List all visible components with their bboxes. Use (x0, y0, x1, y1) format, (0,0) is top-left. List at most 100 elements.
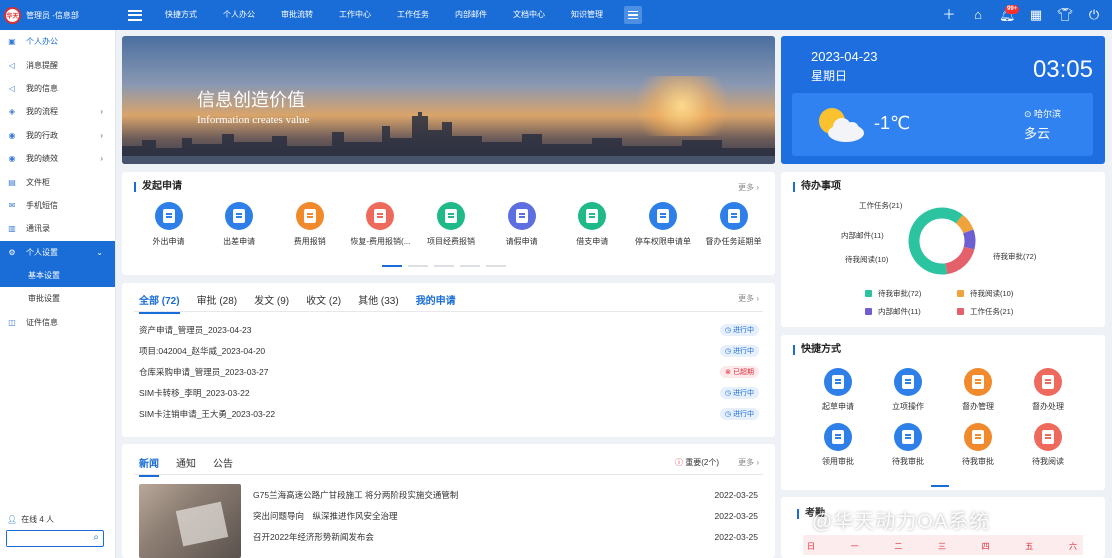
weather-city: ⊙ 哈尔滨 (1024, 109, 1062, 119)
weather-condition: 多云 (1024, 126, 1051, 141)
sidebar-subitem-approval-settings[interactable]: 审批设置 (0, 287, 115, 310)
apply-app-button[interactable]: 出差申请 (207, 202, 272, 247)
news-item[interactable]: G75兰海高速公路广甘段施工 将分两阶段实施交通管制 2022-03-25 (253, 484, 758, 505)
table-row[interactable]: 仓库采购申请_管理员_2023-03-27 ⊗ 已超期 (139, 361, 759, 382)
table-row[interactable]: 项目:042004_赵华威_2023-04-20 ◷ 进行中 (139, 340, 759, 361)
carousel-dot[interactable] (408, 265, 428, 267)
sidebar-item-sms[interactable]: ✉ 手机短信 (0, 194, 115, 217)
calendar-weekday: 二 (894, 542, 903, 551)
quick-shortcut-button[interactable]: 督办处理 (1013, 368, 1083, 412)
news-more-link[interactable]: 更多 › (738, 457, 759, 468)
sidebar-item-file-cabinet[interactable]: ▤ 文件柜 (0, 170, 115, 193)
alert-icon: ⓘ (674, 458, 686, 467)
legend-label: 待我阅读(10) (970, 289, 1014, 298)
apply-app-button[interactable]: 外出申请 (136, 202, 201, 247)
notification-badge: 99+ (1005, 5, 1020, 14)
carousel-dot[interactable] (460, 265, 480, 267)
sidebar-subitem-basic-settings[interactable]: 基本设置 (0, 263, 115, 288)
apply-more-link[interactable]: 更多 › (738, 182, 759, 193)
nav-more-icon[interactable] (624, 6, 642, 24)
nav-shortcuts[interactable]: 快捷方式 (152, 0, 210, 30)
apply-app-button[interactable]: 督办任务延期单 (701, 202, 766, 247)
brand[interactable]: 华天 管理员 -信息部 (0, 0, 118, 30)
quick-shortcut-button[interactable]: 领用审批 (803, 423, 873, 467)
performance-icon: ◉ (8, 154, 16, 164)
app-label: 领用审批 (822, 457, 854, 466)
legend-item[interactable]: 待我审批(72) (865, 288, 957, 299)
news-item[interactable]: 突出问题导向 纵深推进作风安全治理 2022-03-25 (253, 505, 758, 526)
sidebar-search-input[interactable] (7, 531, 85, 546)
apply-app-button[interactable]: 请假申请 (489, 202, 554, 247)
sidebar-item-contacts[interactable]: ▥ 通讯录 (0, 217, 115, 240)
power-icon[interactable]: ⏻ (1086, 0, 1102, 30)
apply-app-button[interactable]: 费用报销 (277, 202, 342, 247)
weather-date: 2023-04-23 (811, 49, 878, 64)
sidebar-item-personal-office[interactable]: ▣ 个人办公 (0, 30, 115, 53)
table-row[interactable]: SIM卡注销申请_王大勇_2023-03-22 ◷ 进行中 (139, 403, 759, 424)
plus-icon[interactable]: ＋ (941, 0, 957, 30)
quick-shortcut-button[interactable]: 待我阅读 (1013, 423, 1083, 467)
nav-work-center[interactable]: 工作中心 (326, 0, 384, 30)
sidebar: ▣ 个人办公 ◁ 消息提醒 ◁ 我的信息 ◈ 我的流程 › ◉ 我的行政 › ◉ 我的绩效 › ▤… (0, 30, 116, 558)
home-icon[interactable]: ⌂ (970, 0, 986, 30)
menu-toggle-icon[interactable] (128, 9, 142, 21)
nav-work-tasks[interactable]: 工作任务 (384, 0, 442, 30)
quick-shortcut-button[interactable]: 起草申请 (803, 368, 873, 412)
nav-internal-mail[interactable]: 内部邮件 (442, 0, 500, 30)
document-icon (578, 202, 607, 230)
donut-slice-0[interactable] (908, 207, 963, 275)
sidebar-item-personal-settings[interactable]: ⚙ 个人设置 ⌄ (0, 240, 115, 264)
table-row[interactable]: 资产申请_管理员_2023-04-23 ◷ 进行中 (139, 319, 759, 340)
theme-icon[interactable]: 👕︎ (1057, 0, 1074, 30)
nav-knowledge[interactable]: 知识管理 (558, 0, 616, 30)
sidebar-item-my-admin[interactable]: ◉ 我的行政 › (0, 124, 115, 147)
legend-item[interactable]: 内部邮件(11) (865, 306, 957, 317)
document-icon (366, 202, 395, 230)
donut-slice-2[interactable] (963, 229, 976, 250)
carousel-dot[interactable] (486, 265, 506, 267)
quick-shortcut-button[interactable]: 待我审批 (943, 423, 1013, 467)
document-shape (902, 430, 914, 444)
cabinet-icon: ▤ (8, 177, 16, 187)
apply-app-button[interactable]: 项目经费报销 (419, 202, 484, 247)
sidebar-item-my-performance[interactable]: ◉ 我的绩效 › (0, 147, 115, 170)
search-icon[interactable]: ⌕ (93, 532, 99, 543)
sidebar-item-my-flow[interactable]: ◈ 我的流程 › (0, 100, 115, 123)
quick-shortcut-button[interactable]: 待我审批 (873, 423, 943, 467)
app-label: 外出申请 (152, 237, 185, 246)
requests-more-link[interactable]: 更多 › (738, 293, 759, 304)
flow-icon: ◈ (8, 107, 16, 117)
overdue-icon: ⊗ (725, 368, 731, 376)
important-count[interactable]: ⓘ 重要(2个) (675, 457, 719, 468)
legend-label: 待我审批(72) (878, 289, 922, 298)
news-date: 2022-03-25 (714, 489, 758, 500)
bell-icon[interactable]: 🔔︎ 99+ (999, 0, 1020, 30)
news-item[interactable]: 召开2022年经济形势新闻发布会 2022-03-25 (253, 526, 758, 547)
nav-approval-flow[interactable]: 审批流转 (268, 0, 326, 30)
apply-app-button[interactable]: 借支申请 (560, 202, 625, 247)
donut-slice-1[interactable] (955, 214, 974, 234)
nav-personal-office[interactable]: 个人办公 (210, 0, 268, 30)
apply-app-button[interactable]: 停车权限申请单 (630, 202, 695, 247)
nav-document-center[interactable]: 文档中心 (500, 0, 558, 30)
sidebar-item-my-info[interactable]: ◁ 我的信息 (0, 77, 115, 100)
quick-shortcut-button[interactable]: 立项操作 (873, 368, 943, 412)
sidebar-item-certificates[interactable]: ◫ 证件信息 (0, 311, 115, 334)
status-text: 进行中 (733, 347, 754, 355)
apps-icon[interactable]: ▦ (1028, 0, 1044, 30)
legend-item[interactable]: 工作任务(21) (957, 306, 1049, 317)
status-text: 进行中 (733, 410, 754, 418)
legend-item[interactable]: 待我阅读(10) (957, 288, 1049, 299)
carousel-dot[interactable] (382, 265, 402, 267)
news-thumbnail[interactable] (139, 484, 241, 558)
quick-shortcut-button[interactable]: 督办管理 (943, 368, 1013, 412)
table-row[interactable]: SIM卡转移_李明_2023-03-22 ◷ 进行中 (139, 382, 759, 403)
legend-swatch (957, 308, 964, 315)
sidebar-item-reminders[interactable]: ◁ 消息提醒 (0, 53, 115, 76)
donut-slice-3[interactable] (945, 246, 975, 275)
document-icon (824, 368, 852, 396)
request-title: SIM卡注销申请_王大勇_2023-03-22 (139, 408, 276, 419)
quick-page-dot[interactable] (931, 485, 949, 487)
carousel-dot[interactable] (434, 265, 454, 267)
apply-app-button[interactable]: 恢复-费用报销(... (348, 202, 413, 247)
